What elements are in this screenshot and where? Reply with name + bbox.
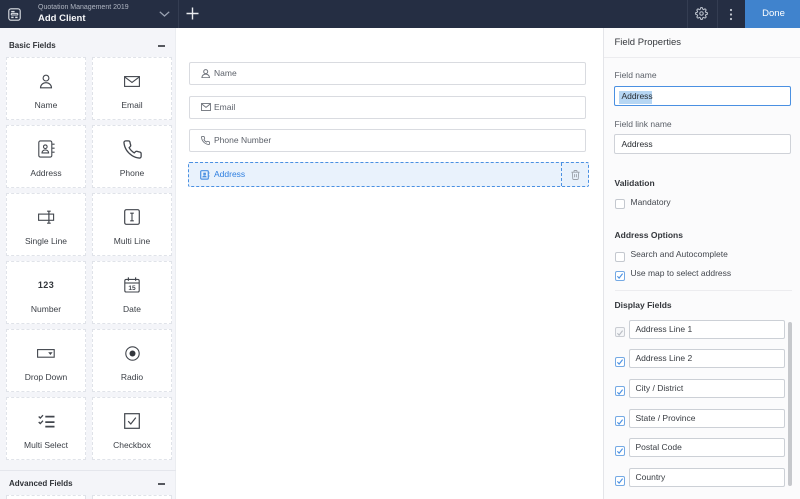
svg-text:15: 15 xyxy=(128,285,136,292)
